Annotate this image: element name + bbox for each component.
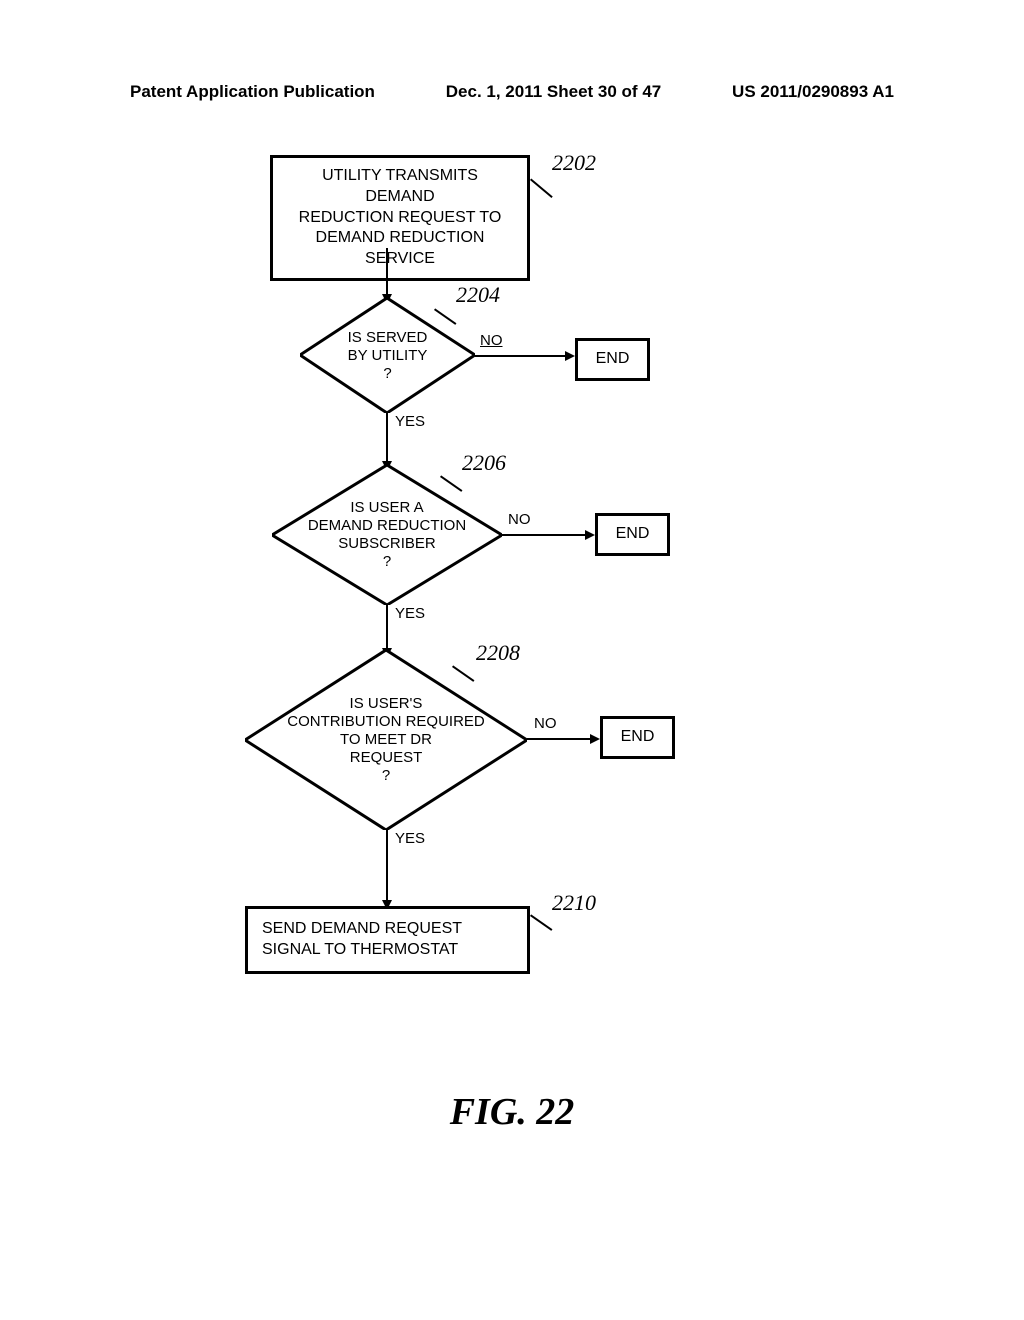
decision-user-subscriber: IS USER A DEMAND REDUCTION SUBSCRIBER ? [272,465,502,605]
arrow-line [386,413,388,463]
final-text: SEND DEMAND REQUEST SIGNAL TO THERMOSTAT [262,920,462,958]
leader-2210 [530,914,552,931]
header-left: Patent Application Publication [130,82,375,102]
end-box-1: END [575,338,650,381]
figure-label: FIG. 22 [0,1090,1024,1134]
leader-2202 [530,178,553,198]
ref-2206: 2206 [462,450,506,476]
arrow-head [590,734,600,744]
end1-text: END [596,350,630,367]
end-box-2: END [595,513,670,556]
header-center: Dec. 1, 2011 Sheet 30 of 47 [446,82,661,102]
no-label-1: NO [480,332,503,349]
ref-2202: 2202 [552,150,596,176]
header-right: US 2011/0290893 A1 [732,82,894,102]
arrow-line [502,534,590,536]
end-box-3: END [600,716,675,759]
process-box-final: SEND DEMAND REQUEST SIGNAL TO THERMOSTAT [245,906,530,974]
no-label-3: NO [534,715,557,732]
arrow-line [475,355,570,357]
ref-2204: 2204 [456,282,500,308]
end3-text: END [621,728,655,745]
arrow-line [386,830,388,902]
d1-text: IS SERVED BY UTILITY ? [348,329,428,383]
decision-served-by-utility: IS SERVED BY UTILITY ? [300,298,475,413]
decision-contribution-required: IS USER'S CONTRIBUTION REQUIRED TO MEET … [245,650,527,830]
process-box-start: UTILITY TRANSMITS DEMAND REDUCTION REQUE… [270,155,530,281]
start-text: UTILITY TRANSMITS DEMAND REDUCTION REQUE… [299,167,502,267]
arrow-head [585,530,595,540]
yes-label-2: YES [395,605,425,622]
no-label-2: NO [508,511,531,528]
end2-text: END [616,525,650,542]
ref-2210: 2210 [552,890,596,916]
d3-text: IS USER'S CONTRIBUTION REQUIRED TO MEET … [287,695,485,785]
ref-2208: 2208 [476,640,520,666]
d2-text: IS USER A DEMAND REDUCTION SUBSCRIBER ? [308,499,466,571]
yes-label-1: YES [395,413,425,430]
arrow-head [565,351,575,361]
arrow-line [386,605,388,650]
yes-label-3: YES [395,830,425,847]
arrow-line [527,738,595,740]
arrow-line [386,248,388,296]
page-header: Patent Application Publication Dec. 1, 2… [0,82,1024,102]
